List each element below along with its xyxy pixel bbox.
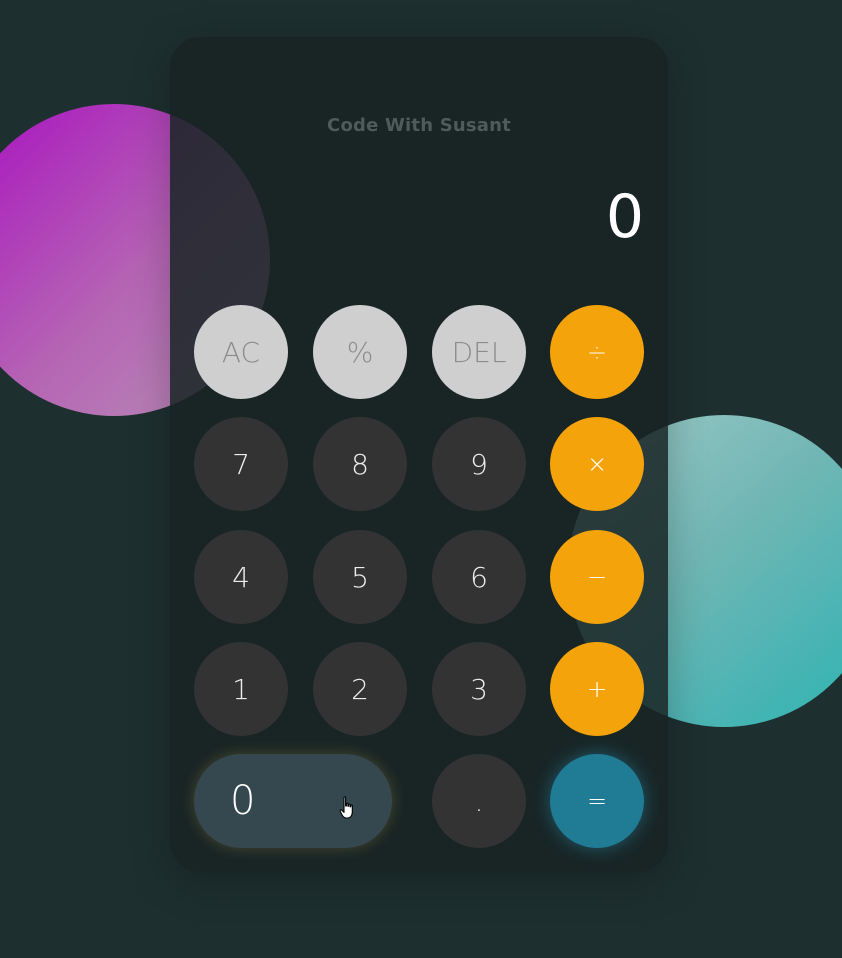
digit-4-button[interactable]: 4 — [194, 530, 288, 624]
digit-9-button[interactable]: 9 — [432, 417, 526, 511]
all-clear-button[interactable]: AC — [194, 305, 288, 399]
digit-3-button[interactable]: 3 — [432, 642, 526, 736]
digit-1-button[interactable]: 1 — [194, 642, 288, 736]
divide-button[interactable]: ÷ — [550, 305, 644, 399]
hand-pointer-icon — [339, 796, 353, 819]
add-button[interactable]: + — [550, 642, 644, 736]
percent-button[interactable]: % — [313, 305, 407, 399]
digit-2-button[interactable]: 2 — [313, 642, 407, 736]
digit-0-button[interactable]: 0 — [194, 754, 392, 848]
calculator-display: 0 — [605, 182, 644, 252]
decimal-point-button[interactable]: . — [432, 754, 526, 848]
calculator-panel: Code With Susant 0 AC % DEL ÷ 7 8 9 × 4 … — [170, 37, 668, 872]
digit-8-button[interactable]: 8 — [313, 417, 407, 511]
delete-button[interactable]: DEL — [432, 305, 526, 399]
credit-title: Code With Susant — [327, 115, 511, 136]
equals-button[interactable]: = — [550, 754, 644, 848]
subtract-button[interactable]: − — [550, 530, 644, 624]
multiply-button[interactable]: × — [550, 417, 644, 511]
digit-6-button[interactable]: 6 — [432, 530, 526, 624]
digit-7-button[interactable]: 7 — [194, 417, 288, 511]
digit-5-button[interactable]: 5 — [313, 530, 407, 624]
